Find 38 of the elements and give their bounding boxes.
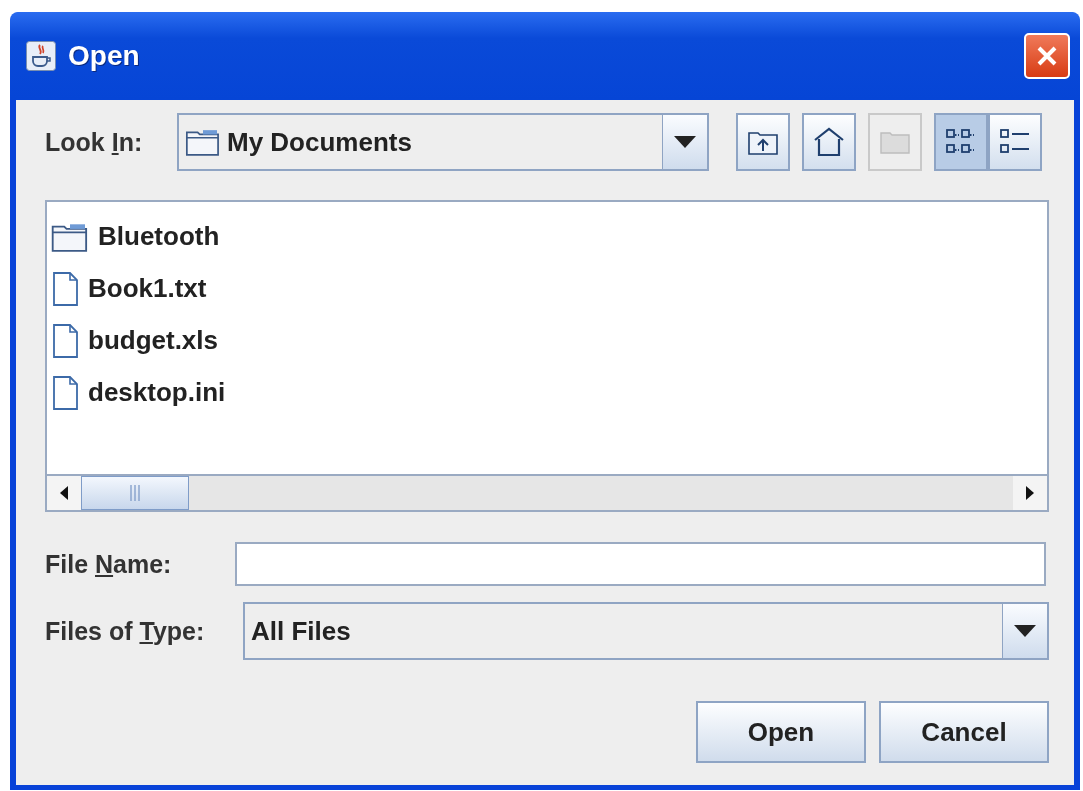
coffee-cup-icon bbox=[26, 41, 56, 71]
right-arrow-icon bbox=[1026, 486, 1034, 500]
horizontal-scrollbar[interactable] bbox=[47, 474, 1047, 510]
look-in-dropdown[interactable]: My Documents bbox=[177, 113, 709, 171]
file-name-field[interactable] bbox=[235, 542, 1046, 586]
file-type-dropdown[interactable]: All Files bbox=[243, 602, 1049, 660]
dialog-button[interactable]: Open bbox=[696, 701, 866, 763]
file-name-label: File Name: bbox=[45, 549, 173, 579]
look-in-label: Look In: bbox=[45, 127, 144, 157]
scrollbar-thumb[interactable] bbox=[81, 476, 189, 510]
details-view-button[interactable] bbox=[988, 113, 1042, 171]
folder-icon bbox=[880, 130, 910, 154]
left-arrow-icon bbox=[60, 486, 68, 500]
file-item[interactable]: Book1.txt bbox=[50, 270, 207, 307]
document-icon bbox=[50, 322, 80, 359]
file-name: desktop.ini bbox=[88, 377, 226, 408]
file-name: Book1.txt bbox=[88, 273, 207, 304]
document-icon bbox=[50, 270, 80, 307]
list-view-button[interactable] bbox=[934, 113, 988, 171]
dialog-button[interactable]: Cancel bbox=[879, 701, 1049, 763]
file-type-value: All Files bbox=[251, 615, 351, 647]
close-button[interactable] bbox=[1024, 33, 1070, 79]
folder-icon bbox=[185, 128, 221, 156]
home-button[interactable] bbox=[802, 113, 856, 171]
close-icon bbox=[1036, 45, 1058, 67]
folder-icon bbox=[50, 221, 90, 252]
file-name: Bluetooth bbox=[98, 221, 220, 252]
folder-up-icon bbox=[748, 129, 778, 155]
look-in-value: My Documents bbox=[227, 126, 412, 158]
up-folder-button[interactable] bbox=[736, 113, 790, 171]
home-icon bbox=[813, 127, 845, 157]
window-title: Open bbox=[68, 40, 141, 72]
document-icon bbox=[50, 374, 80, 411]
file-item[interactable]: desktop.ini bbox=[50, 374, 226, 411]
file-item[interactable]: budget.xls bbox=[50, 322, 218, 359]
files-of-type-label: Files of Type: bbox=[45, 616, 206, 646]
file-name: budget.xls bbox=[88, 325, 218, 356]
folder-item[interactable]: Bluetooth bbox=[50, 218, 220, 255]
